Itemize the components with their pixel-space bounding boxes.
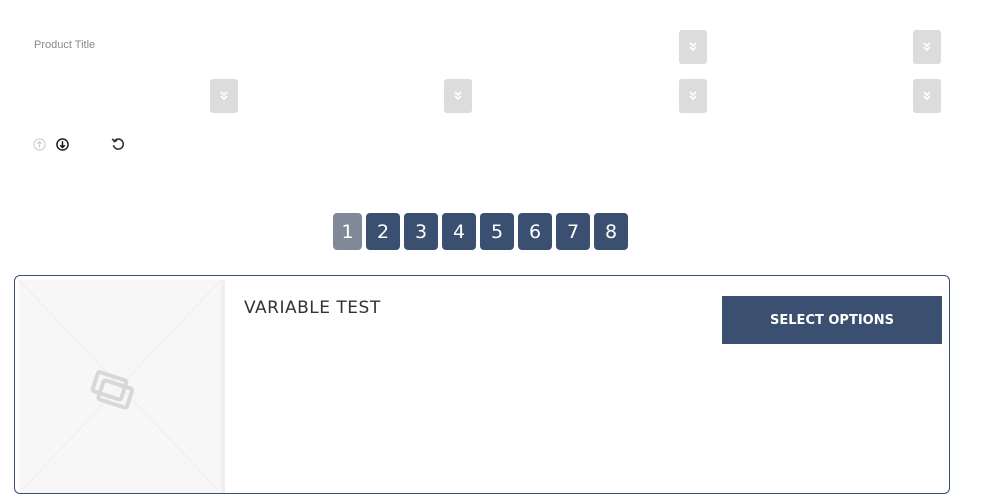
page-button[interactable]: 8 xyxy=(594,213,628,250)
page-button[interactable]: 4 xyxy=(442,213,476,250)
chevron-double-down-icon xyxy=(453,91,463,101)
page-button[interactable]: 3 xyxy=(404,213,438,250)
dropdown-toggle-button[interactable] xyxy=(679,30,707,64)
product-card: VARIABLE TEST SELECT OPTIONS xyxy=(14,275,950,494)
sort-ascending-icon[interactable] xyxy=(32,137,46,151)
chevron-double-down-icon xyxy=(922,91,932,101)
product-title-label: Product Title xyxy=(34,39,96,51)
pagination: 1 2 3 4 5 6 7 8 xyxy=(333,213,628,250)
product-title[interactable]: VARIABLE TEST xyxy=(244,298,381,318)
page-button[interactable]: 2 xyxy=(366,213,400,250)
reset-icon[interactable] xyxy=(111,137,125,151)
page-button[interactable]: 7 xyxy=(556,213,590,250)
sort-descending-icon[interactable] xyxy=(55,137,69,151)
select-options-button[interactable]: SELECT OPTIONS xyxy=(722,296,942,344)
dropdown-toggle-button[interactable] xyxy=(679,79,707,113)
dropdown-toggle-button[interactable] xyxy=(444,79,472,113)
chevron-double-down-icon xyxy=(922,42,932,52)
product-thumbnail[interactable] xyxy=(18,279,225,493)
page-button[interactable]: 5 xyxy=(480,213,514,250)
dropdown-toggle-button[interactable] xyxy=(913,79,941,113)
chevron-double-down-icon xyxy=(688,42,698,52)
page-button-current[interactable]: 1 xyxy=(333,213,362,250)
chevron-double-down-icon xyxy=(219,91,229,101)
chevron-double-down-icon xyxy=(688,91,698,101)
dropdown-toggle-button[interactable] xyxy=(210,79,238,113)
page-button[interactable]: 6 xyxy=(518,213,552,250)
dropdown-toggle-button[interactable] xyxy=(913,30,941,64)
image-placeholder-icon xyxy=(18,279,222,493)
